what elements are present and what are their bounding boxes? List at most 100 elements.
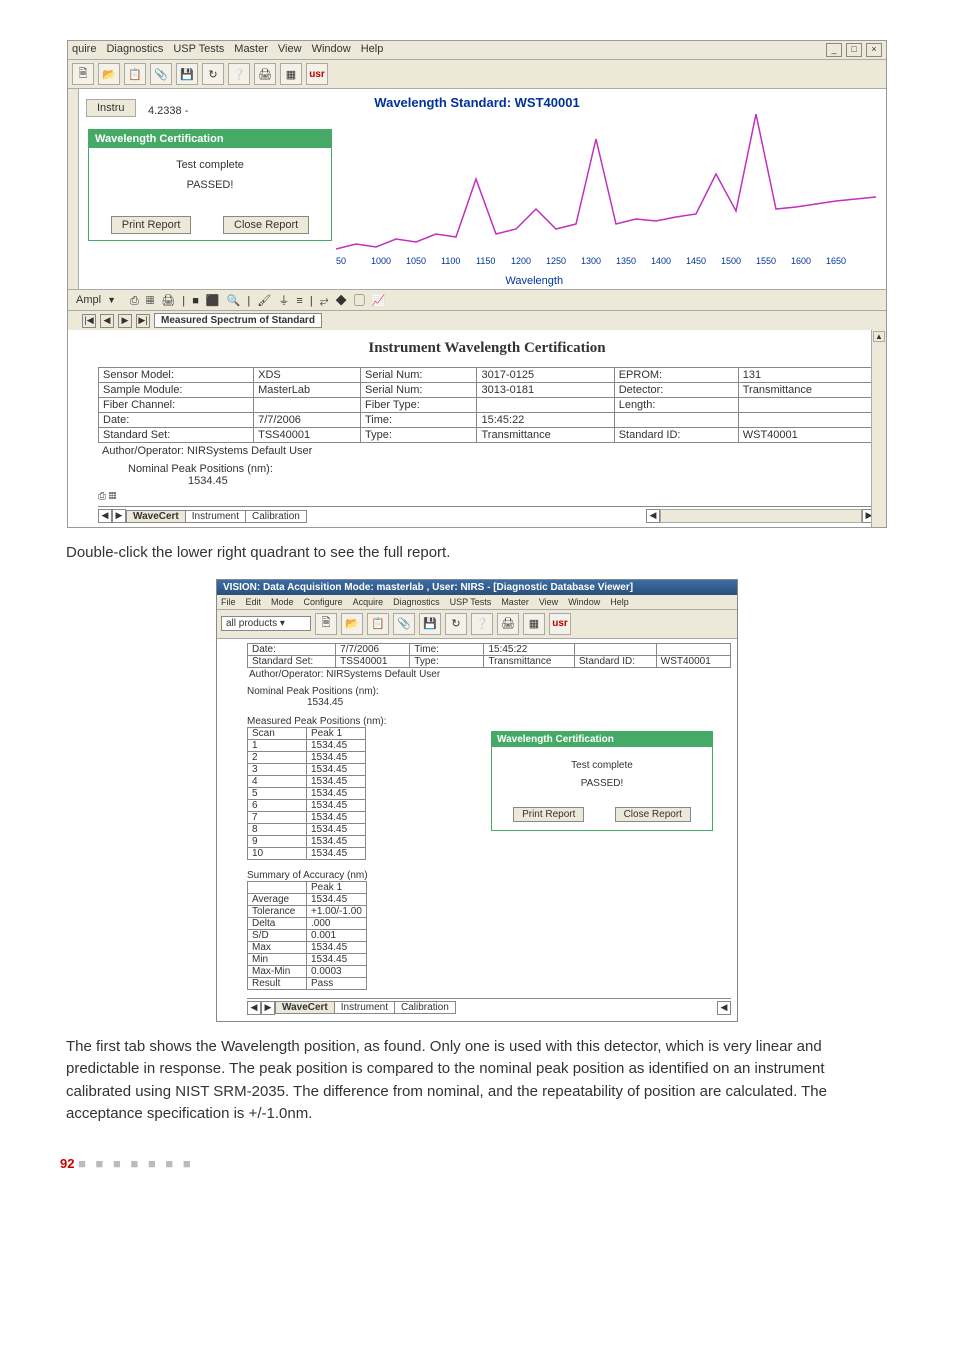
sheet-next[interactable]: ▶ [112,509,126,523]
attach-icon[interactable]: 📎 [393,613,415,635]
menu-item[interactable]: Diagnostics [106,43,163,57]
user-button[interactable]: usr [306,63,328,85]
tab-last[interactable]: ▶| [136,314,150,328]
open-icon[interactable]: 📂 [341,613,363,635]
refresh-icon[interactable]: ↻ [202,63,224,85]
help-icon[interactable]: ❔ [228,63,250,85]
nominal-peak-positions: Nominal Peak Positions (nm): 1534.45 [128,463,876,487]
report-title: Instrument Wavelength Certification [98,340,876,357]
vertical-scrollbar[interactable] [871,330,886,527]
y-axis-label: 4.2338 - [148,105,188,117]
menu-item[interactable]: Window [568,597,600,607]
tab-measured-spectrum[interactable]: Measured Spectrum of Standard [154,313,322,328]
menu-item[interactable]: Master [501,597,529,607]
left-tabstrip[interactable] [68,89,79,289]
calc-icon[interactable]: ▦ [523,613,545,635]
dialog-message: Test complete PASSED! [95,156,325,196]
svg-text:50: 50 [336,256,346,266]
menu-item[interactable]: Diagnostics [393,597,440,607]
svg-text:1350: 1350 [616,256,636,266]
close-report-button-2[interactable]: Close Report [615,807,691,822]
menu-item[interactable]: Mode [271,597,294,607]
figure-main-window: quire Diagnostics USP Tests Master View … [67,40,887,528]
print-report-button[interactable]: Print Report [111,216,192,234]
x-axis-label: Wavelength [505,275,563,287]
menu-item[interactable]: Master [234,43,268,57]
menu-item[interactable]: Configure [304,597,343,607]
tab-instrument-2[interactable]: Instrument [334,1001,395,1014]
report-panel: Instrument Wavelength Certification Sens… [68,330,886,527]
restore-button[interactable]: □ [846,43,862,57]
save-icon[interactable]: 💾 [419,613,441,635]
menu-item[interactable]: View [539,597,558,607]
ampl-toolbar: Ampl ▼ ⎙ ▦ 🖨 | ■ ⬛ 🔍 | 🖌 ⏚ ≡ | ⥂ ◆ ▢ 📈 [68,289,886,310]
svg-text:1000: 1000 [371,256,391,266]
instru-tab[interactable]: Instru [86,99,136,117]
tab-nav-icons[interactable]: ⎙ ▦ [98,491,116,502]
menu-item[interactable]: Acquire [353,597,384,607]
instrument-info-table: Sensor Model:XDSSerial Num:3017-0125EPRO… [98,367,876,443]
refresh-icon[interactable]: ↻ [445,613,467,635]
tab-wavecert[interactable]: WaveCert [126,510,186,523]
new-icon[interactable]: 🗎 [72,63,94,85]
header-info-table: Date:7/7/2006Time:15:45:22Standard Set:T… [247,643,731,668]
svg-text:1300: 1300 [581,256,601,266]
save-icon[interactable]: 💾 [176,63,198,85]
summary-label: Summary of Accuracy (nm) [247,870,731,881]
svg-text:1450: 1450 [686,256,706,266]
spectrum-tabstrip: |◀ ◀ ▶ ▶| Measured Spectrum of Standard [68,310,886,330]
svg-text:1100: 1100 [441,256,460,266]
menu-item[interactable]: quire [72,43,96,57]
sheet-next-2[interactable]: ▶ [261,1001,275,1015]
sheet-prev[interactable]: ◀ [98,509,112,523]
tab-calibration-2[interactable]: Calibration [394,1001,456,1014]
toolbar: 🗎 📂 📋 📎 💾 ↻ ❔ 🖨 ▦ usr [68,60,886,89]
help-icon[interactable]: ❔ [471,613,493,635]
calc-icon[interactable]: ▦ [280,63,302,85]
menu-item[interactable]: Help [361,43,384,57]
author-operator-2: Author/Operator: NIRSystems Default User [249,669,731,680]
sheet-prev-2[interactable]: ◀ [247,1001,261,1015]
clipboard-icon[interactable]: 📋 [367,613,389,635]
clipboard-icon[interactable]: 📋 [124,63,146,85]
tab-next[interactable]: ▶ [118,314,132,328]
menu-item[interactable]: Help [610,597,629,607]
tab-calibration[interactable]: Calibration [245,510,307,523]
measured-peaks-table: ScanPeak 111534.4521534.4531534.4541534.… [247,727,366,860]
dialog-title: Wavelength Certification [89,130,331,148]
print-icon[interactable]: 🖨 [497,613,519,635]
print-icon[interactable]: 🖨 [254,63,276,85]
open-icon[interactable]: 📂 [98,63,120,85]
menu-item[interactable]: Window [312,43,351,57]
tab-prev[interactable]: ◀ [100,314,114,328]
hscroll-left-2[interactable]: ◀ [717,1001,731,1015]
hscrollbar[interactable] [660,509,862,523]
ampl-label: Ampl [76,294,101,306]
menu-item[interactable]: File [221,597,236,607]
menu-item[interactable]: USP Tests [173,43,224,57]
svg-text:1150: 1150 [476,256,495,266]
svg-text:1050: 1050 [406,256,426,266]
close-button[interactable]: × [866,43,882,57]
wavelength-certification-dialog-2: Wavelength Certification Test complete P… [491,731,713,831]
tab-instrument[interactable]: Instrument [185,510,246,523]
tab-first[interactable]: |◀ [82,314,96,328]
nominal-value-2: 1534.45 [307,697,731,708]
wavelength-certification-dialog: Wavelength Certification Test complete P… [88,129,332,241]
attach-icon[interactable]: 📎 [150,63,172,85]
close-report-button[interactable]: Close Report [223,216,309,234]
menu-item[interactable]: USP Tests [450,597,492,607]
body-text-1: Double-click the lower right quadrant to… [66,542,888,565]
menu-item[interactable]: View [278,43,302,57]
menu-item[interactable]: Edit [246,597,262,607]
dialog-message-2: Test complete PASSED! [492,747,712,803]
product-toolbar: all products ▾ 🗎 📂 📋 📎 💾 ↻ ❔ 🖨 ▦ usr [217,610,737,639]
hscroll-left[interactable]: ◀ [646,509,660,523]
new-icon[interactable]: 🗎 [315,613,337,635]
product-select[interactable]: all products ▾ [221,616,311,631]
author-operator: Author/Operator: NIRSystems Default User [102,445,876,457]
print-report-button-2[interactable]: Print Report [513,807,584,822]
tab-wavecert-2[interactable]: WaveCert [275,1001,335,1014]
minimize-button[interactable]: _ [826,43,842,57]
user-button[interactable]: usr [549,613,571,635]
